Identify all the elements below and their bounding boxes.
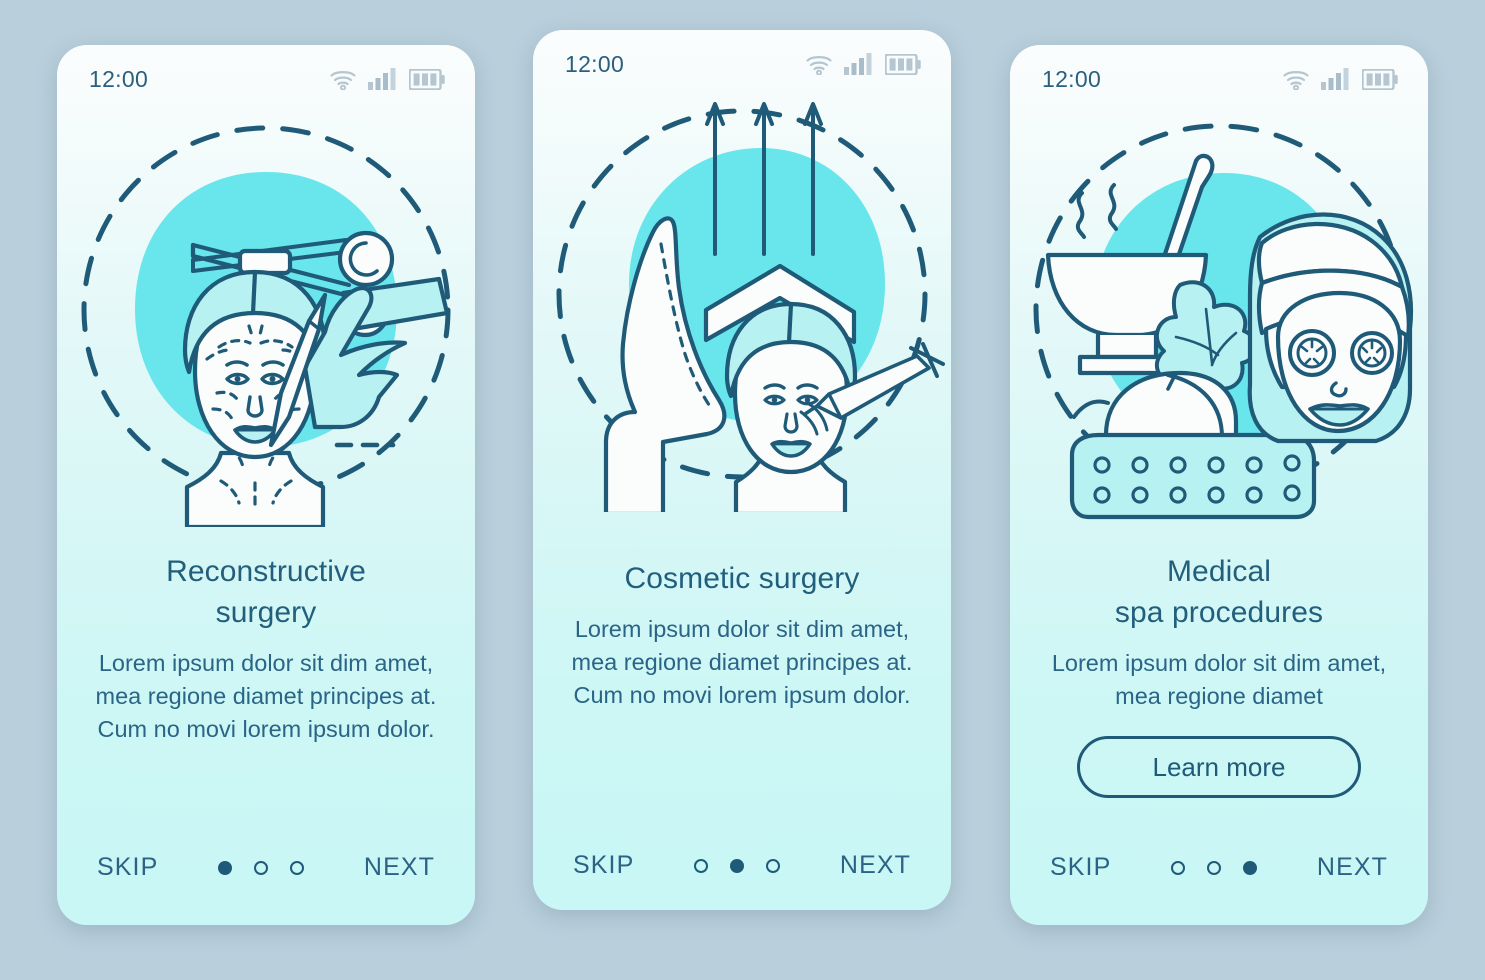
page-indicator-dots: [1111, 860, 1317, 875]
skip-button[interactable]: SKIP: [573, 851, 634, 880]
page-title-line: Medical: [1166, 555, 1272, 588]
status-bar-icons: [805, 53, 921, 75]
page-description: Lorem ipsum dolor sit dim amet, mea regi…: [95, 650, 437, 742]
cellular-signal-icon: [368, 68, 396, 90]
page-description: Lorem ipsum dolor sit dim amet, mea regi…: [1051, 650, 1387, 709]
page-dot-2[interactable]: [1207, 860, 1222, 875]
page-title-line: spa procedures: [1114, 596, 1324, 629]
bottom-navigation: SKIP NEXT: [1010, 853, 1428, 882]
status-bar-icons: [329, 68, 445, 90]
learn-more-button[interactable]: Learn more: [1077, 736, 1361, 798]
next-button[interactable]: NEXT: [364, 853, 435, 882]
status-bar-clock: 12:00: [1042, 65, 1102, 92]
cellular-signal-icon: [844, 53, 872, 75]
skip-button[interactable]: SKIP: [97, 853, 158, 882]
page-dot-1[interactable]: [218, 860, 233, 875]
learn-more-wrapper: Learn more: [1036, 736, 1402, 798]
onboarding-screen-cosmetic-surgery: 12:00 Cosmetic surgery Lorem ipsum dolor…: [533, 30, 951, 910]
battery-icon: [885, 54, 921, 75]
page-dot-3[interactable]: [1243, 860, 1258, 875]
onboarding-screen-medical-spa-procedures: 12:00 Medical spa procedures Lorem ipsum…: [1010, 45, 1428, 925]
medical-spa-illustration: [1010, 97, 1428, 527]
page-title-line: Reconstructive: [166, 555, 366, 588]
wifi-icon: [806, 56, 832, 75]
page-title: Cosmetic surgery: [559, 558, 925, 599]
wifi-icon: [1283, 71, 1309, 90]
next-button[interactable]: NEXT: [1317, 853, 1388, 882]
page-title-line: surgery: [215, 596, 317, 629]
page-title-line: Cosmetic surgery: [624, 562, 860, 595]
text-block: Cosmetic surgery Lorem ipsum dolor sit d…: [533, 558, 951, 712]
status-bar-icons: [1282, 68, 1398, 90]
page-title: Medical spa procedures: [1036, 551, 1402, 633]
next-button[interactable]: NEXT: [840, 851, 911, 880]
page-dot-2[interactable]: [730, 858, 745, 873]
page-description: Lorem ipsum dolor sit dim amet, mea regi…: [571, 616, 913, 708]
text-block: Reconstructive surgery Lorem ipsum dolor…: [57, 551, 475, 746]
skip-button[interactable]: SKIP: [1050, 853, 1111, 882]
text-block: Medical spa procedures Lorem ipsum dolor…: [1010, 551, 1428, 798]
status-bar-clock: 12:00: [565, 50, 625, 77]
page-dot-3[interactable]: [290, 860, 305, 875]
battery-icon: [1362, 69, 1398, 90]
wifi-icon: [330, 71, 356, 90]
battery-icon: [409, 69, 445, 90]
bottom-navigation: SKIP NEXT: [57, 853, 475, 882]
cosmetic-surgery-illustration: [533, 82, 951, 512]
reconstructive-surgery-illustration: [57, 97, 475, 527]
cellular-signal-icon: [1321, 68, 1349, 90]
page-title: Reconstructive surgery: [83, 551, 449, 633]
page-dot-2[interactable]: [254, 860, 269, 875]
onboarding-screens-stage: 12:00 Reconstructive surgery Lorem ipsum…: [0, 0, 1485, 980]
page-dot-3[interactable]: [766, 858, 781, 873]
page-dot-1[interactable]: [1171, 860, 1186, 875]
page-indicator-dots: [634, 858, 840, 873]
status-bar-clock: 12:00: [89, 65, 149, 92]
bottom-navigation: SKIP NEXT: [533, 851, 951, 880]
page-dot-1[interactable]: [694, 858, 709, 873]
onboarding-screen-reconstructive-surgery: 12:00 Reconstructive surgery Lorem ipsum…: [57, 45, 475, 925]
page-indicator-dots: [158, 860, 364, 875]
